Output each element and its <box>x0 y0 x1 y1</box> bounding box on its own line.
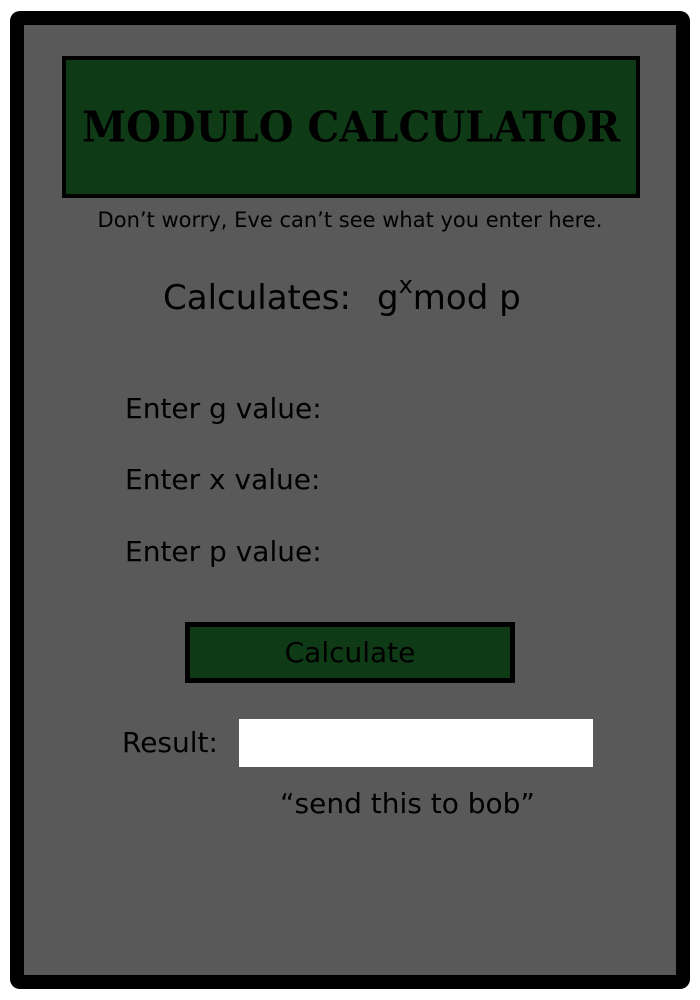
formula-description: Calculates: gxmod p <box>163 273 521 318</box>
g-value-input[interactable] <box>350 393 592 427</box>
p-value-label: Enter p value: <box>125 535 322 568</box>
title-banner: Modulo Calculator <box>62 56 640 198</box>
formula-base: g <box>376 278 399 318</box>
result-hint: “send this to bob” <box>280 787 535 820</box>
x-value-input[interactable] <box>350 464 592 498</box>
formula-exponent: x <box>398 270 413 299</box>
formula-prefix: Calculates: <box>163 278 351 318</box>
result-label: Result: <box>122 726 218 759</box>
p-value-input[interactable] <box>350 536 592 570</box>
x-value-label: Enter x value: <box>125 463 321 496</box>
calculate-button[interactable]: Calculate <box>185 622 515 683</box>
g-value-label: Enter g value: <box>125 392 322 425</box>
page-title: Modulo Calculator <box>81 102 621 152</box>
result-output <box>239 719 593 767</box>
privacy-note: Don’t worry, Eve can’t see what you ente… <box>97 208 603 232</box>
formula-suffix: mod p <box>412 278 521 318</box>
